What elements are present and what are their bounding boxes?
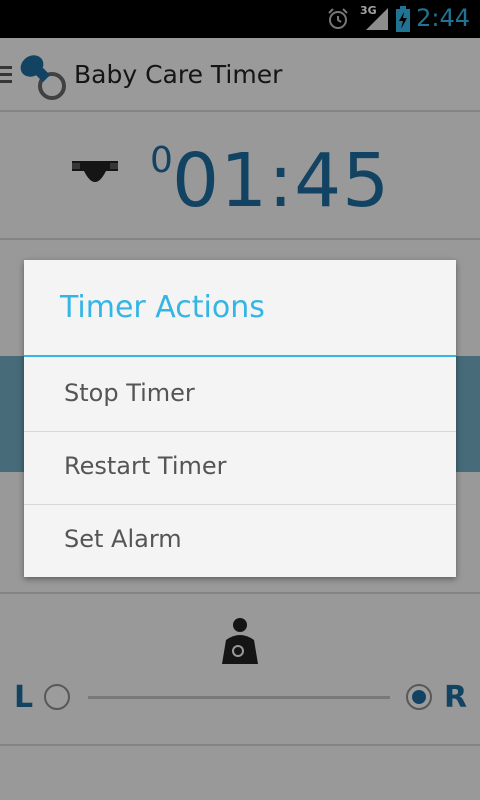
set-alarm-item[interactable]: Set Alarm [24,505,456,577]
timer-actions-dialog: Timer Actions Stop Timer Restart Timer S… [24,260,456,577]
menu-item-label: Stop Timer [64,379,195,407]
dialog-title-divider [24,355,456,357]
stop-timer-item[interactable]: Stop Timer [24,359,456,431]
menu-item-label: Set Alarm [64,525,182,553]
dialog-title: Timer Actions [60,290,265,325]
menu-item-label: Restart Timer [64,452,227,480]
restart-timer-item[interactable]: Restart Timer [24,432,456,504]
